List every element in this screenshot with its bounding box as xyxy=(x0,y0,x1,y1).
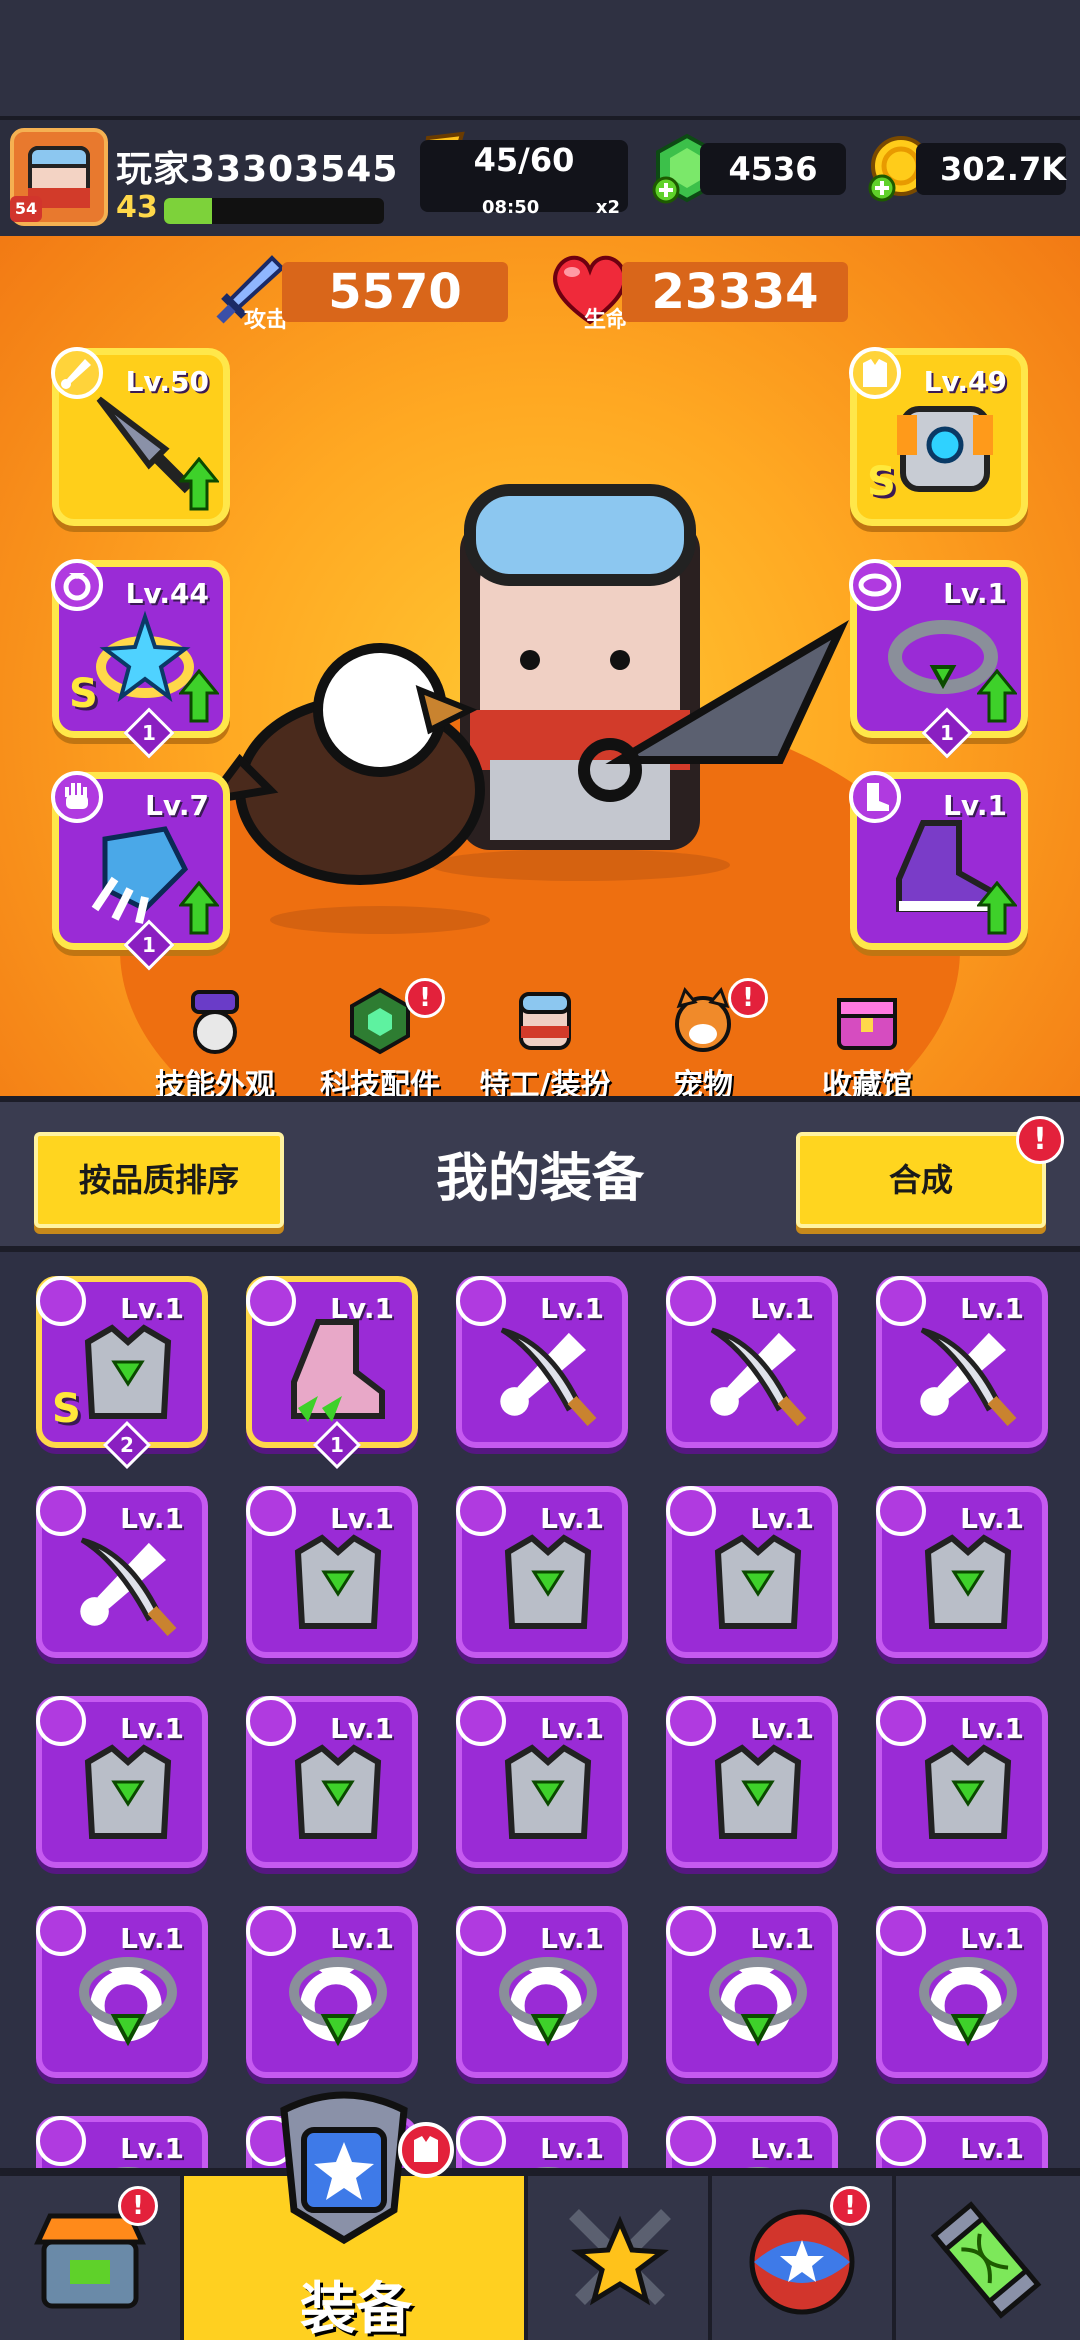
armor-alert-icon xyxy=(398,2122,454,2178)
nav-collection[interactable]: 收藏馆 xyxy=(792,986,942,1104)
equipment-header: 我的装备 按品质排序 合成 ! xyxy=(0,1096,1080,1252)
bottom-nav-gacha[interactable]: ! xyxy=(712,2176,896,2340)
avatar-helmet xyxy=(28,146,90,168)
player-level: 43 xyxy=(116,190,158,225)
dna-capsule-icon xyxy=(930,2201,1042,2319)
inventory-item-necklace[interactable]: Lv.1 xyxy=(36,1906,208,2078)
rank-badge: S xyxy=(69,671,98,717)
crossed-swords-star-icon xyxy=(569,2209,671,2306)
player-name: 玩家33303545 xyxy=(116,149,399,190)
rank-badge: S xyxy=(867,459,896,505)
inventory-item-boots[interactable]: Lv.1 1 xyxy=(246,1276,418,1470)
inventory-item-necklace[interactable]: Lv.1 xyxy=(456,1906,628,2078)
inventory-item-armor[interactable]: Lv.1 xyxy=(876,1486,1048,1658)
alert-badge: ! xyxy=(830,2186,870,2226)
energy-counter: 45/60 08:50 x2 xyxy=(420,140,628,218)
upgrade-arrow-icon xyxy=(179,457,219,511)
alert-badge: ! xyxy=(405,978,445,1018)
bottom-nav-evolution[interactable] xyxy=(896,2176,1080,2340)
avatar-level-badge: 54 xyxy=(10,196,42,222)
inventory-item-armor[interactable]: Lv.1 xyxy=(36,1696,208,1868)
hero-character[interactable] xyxy=(220,460,860,940)
nav-tech-parts[interactable]: 科技配件 ! xyxy=(305,978,455,1104)
upgrade-arrow-icon xyxy=(179,669,219,723)
bottom-nav-bar: ! ! xyxy=(0,2091,1080,2340)
inventory-item-necklace[interactable]: Lv.1 xyxy=(666,2116,838,2172)
inventory-item-belt[interactable]: Lv.1 xyxy=(876,2116,1048,2172)
coin-counter: 302.7K xyxy=(916,143,1066,195)
inventory-item-weapon[interactable]: Lv.1 xyxy=(876,1276,1048,1448)
inventory-item-armor[interactable]: Lv.1 S 2 xyxy=(36,1276,208,1470)
agent-costume-icon xyxy=(519,992,571,1050)
inventory-item-armor[interactable]: Lv.1 xyxy=(246,1486,418,1658)
energy-value: 45/60 xyxy=(473,141,575,179)
slot-armor[interactable]: Lv.49 S xyxy=(849,347,1028,526)
system-status-bar xyxy=(0,0,1080,116)
slot-boots[interactable]: Lv.1 xyxy=(849,771,1028,950)
gem-counter: 4536 xyxy=(700,143,846,195)
nav-agent-costume[interactable]: 特工/装扮 xyxy=(470,986,620,1104)
xp-progress-fill xyxy=(164,198,213,224)
inventory-item-weapon[interactable]: Lv.1 xyxy=(456,1276,628,1448)
slot-weapon[interactable]: Lv.50 xyxy=(51,347,230,526)
collection-chest-icon xyxy=(837,998,897,1050)
inventory-item-necklace[interactable]: Lv.1 xyxy=(456,2116,628,2172)
upgrade-arrow-icon xyxy=(977,669,1017,723)
upgrade-arrow-icon xyxy=(179,881,219,935)
sort-by-quality-button[interactable]: 按品质排序 xyxy=(34,1132,284,1228)
attack-value: 5570 xyxy=(282,262,508,322)
merge-button[interactable]: 合成 xyxy=(796,1132,1046,1228)
bottom-nav-equipment-label: 装备 xyxy=(300,2277,412,2340)
bottom-nav-shop[interactable]: ! xyxy=(0,2176,184,2340)
inventory-item-armor[interactable]: Lv.1 xyxy=(666,1486,838,1658)
inventory-item-armor[interactable]: Lv.1 xyxy=(456,1486,628,1658)
alert-badge: ! xyxy=(118,2186,158,2226)
inventory-item-armor[interactable]: Lv.1 xyxy=(876,1696,1048,1868)
health-value: 23334 xyxy=(622,262,848,322)
mech-armor-icon xyxy=(897,406,993,492)
slot-belt[interactable]: Lv.1 1 xyxy=(849,559,1028,759)
xp-progress-bar xyxy=(164,198,384,224)
nav-pets[interactable]: 宠物 ! xyxy=(628,978,778,1104)
inventory-item-necklace[interactable]: Lv.1 xyxy=(666,1906,838,2078)
inventory-item-weapon[interactable]: Lv.1 xyxy=(666,1276,838,1448)
energy-timer: 08:50 xyxy=(482,197,540,218)
skill-skin-icon xyxy=(191,990,239,1054)
inventory-item-necklace[interactable]: Lv.1 xyxy=(246,1906,418,2078)
inventory-item-armor[interactable]: Lv.1 xyxy=(246,1696,418,1868)
nav-skill-skins[interactable]: 技能外观 xyxy=(140,986,290,1104)
inventory-item-armor[interactable]: Lv.1 xyxy=(666,1696,838,1868)
inventory-item-necklace[interactable]: Lv.1 xyxy=(36,2116,208,2172)
inventory-item-armor[interactable]: Lv.1 xyxy=(456,1696,628,1868)
energy-multiplier: x2 xyxy=(595,197,620,218)
inventory-item-weapon[interactable]: Lv.1 xyxy=(36,1486,208,1658)
slot-ring[interactable]: Lv.44 S 1 xyxy=(51,559,230,759)
inventory-item-necklace[interactable]: Lv.1 xyxy=(876,1906,1048,2078)
upgrade-arrow-icon xyxy=(977,881,1017,935)
rank-badge: S xyxy=(52,1386,81,1432)
slot-glove[interactable]: Lv.7 1 xyxy=(51,771,230,971)
merge-alert-badge: ! xyxy=(1016,1116,1064,1164)
bottom-nav-battle[interactable] xyxy=(528,2176,712,2340)
inventory-grid: Lv.1 S 2 Lv.1 1 Lv.1 Lv.1 Lv.1 Lv.1 Lv.1 Lv.1 Lv.1 L… xyxy=(0,1252,1080,2172)
alert-badge: ! xyxy=(728,978,768,1018)
